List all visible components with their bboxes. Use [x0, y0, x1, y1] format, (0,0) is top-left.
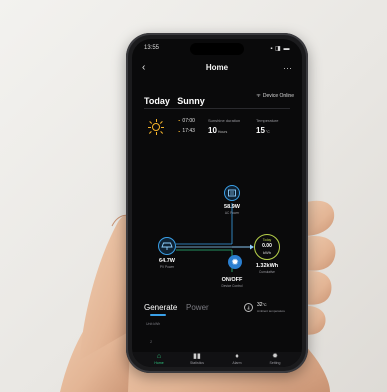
device-control-value: ON/OFF	[221, 277, 243, 283]
home-icon: ⌂	[156, 353, 162, 360]
ac-power-node[interactable]	[224, 185, 240, 201]
chart-tabs: Generate Power 🌡 32°C Ambient temperatur…	[144, 302, 294, 317]
divider	[144, 108, 290, 109]
bottom-nav-alarm-label: Alarm	[232, 361, 242, 365]
today-energy-unit: kWh	[263, 250, 271, 255]
cumulative-value: 1.32kWh	[255, 263, 279, 269]
thermometer-icon: 🌡	[244, 303, 253, 312]
bottom-nav-home[interactable]: ⌂ Home	[144, 353, 174, 366]
status-icons: ▪ ◨ ▬	[270, 46, 290, 52]
sunset-row: ◒ 17:43	[178, 128, 195, 134]
bottom-nav-home-label: Home	[154, 361, 164, 365]
bottom-nav: ⌂ Home ▮▮ Statistics ♦ Alarm ✹ Setting	[132, 352, 302, 367]
today-energy-value: 0.00	[262, 243, 272, 249]
tab-generate[interactable]: Generate	[144, 303, 177, 312]
gear-icon: ✹	[272, 353, 278, 360]
device-status-label: Device Online	[262, 93, 294, 99]
status-bar: 13:55 ▪ ◨ ▬	[132, 43, 302, 55]
sunrise-icon: ◓	[178, 118, 181, 123]
gear-icon: ✹	[231, 257, 239, 267]
more-icon[interactable]: ···	[283, 61, 292, 75]
ambient-temperature: 🌡 32°C Ambient temperature	[244, 302, 294, 316]
cumulative-label: Cumulative	[259, 270, 275, 274]
bar-chart-icon: ▮▮	[193, 353, 201, 360]
ambient-temperature-value: 32°C	[257, 302, 267, 308]
bottom-nav-statistics[interactable]: ▮▮ Statistics	[182, 353, 212, 366]
pv-power-value: 64.7W	[159, 258, 175, 264]
sunshine-duration-value: 10Hours	[208, 126, 228, 135]
weather-condition: Sunny	[177, 96, 205, 106]
temperature-value: 15°C	[256, 126, 270, 135]
sun-icon	[148, 119, 164, 135]
tab-power[interactable]: Power	[186, 303, 209, 312]
nav-bar: ‹ Home ···	[132, 61, 302, 77]
bottom-nav-setting-label: Setting	[269, 361, 281, 365]
pv-power-node[interactable]	[158, 237, 176, 255]
page-title: Home	[205, 63, 229, 72]
today-label: Today	[144, 96, 170, 106]
temperature-label: Temperature	[256, 118, 279, 123]
bottom-nav-alarm[interactable]: ♦ Alarm	[222, 353, 252, 366]
chart-unit-label: Unit:kWh	[146, 322, 161, 326]
bell-icon: ♦	[235, 353, 239, 360]
ac-power-label: AC Power	[224, 211, 240, 215]
ac-power-value: 58.9W	[224, 204, 240, 210]
chart-axis-tick: 2	[150, 339, 153, 344]
bottom-nav-setting[interactable]: ✹ Setting	[260, 353, 290, 366]
tab-active-indicator	[150, 314, 166, 316]
sunshine-duration-label: Sunshine duration	[208, 118, 241, 123]
sunrise-row: ◓ 07:00	[178, 118, 195, 124]
weather-card: ◓ 07:00 ◒ 17:43 Sunshine duration 10Hours …	[144, 113, 290, 143]
status-time: 13:55	[144, 45, 160, 51]
today-row: Today Sunny ᯤ Device Online	[144, 91, 294, 106]
device-control-label: Device Control	[221, 284, 243, 288]
sunset-icon: ◒	[178, 128, 181, 133]
energy-flow-diagram: 58.9W AC Power 64.7W PV Power Today 0.00…	[132, 147, 302, 277]
grid-icon	[228, 189, 236, 197]
ambient-temperature-label: Ambient temperature	[257, 309, 286, 313]
pv-power-label: PV Power	[159, 265, 175, 269]
wifi-icon: ᯤ	[256, 93, 261, 99]
app-screen: 13:55 ▪ ◨ ▬ ‹ Home ··· Today Sunny ᯤ Devi…	[132, 39, 302, 367]
today-energy-label: Today	[262, 238, 272, 242]
solar-panel-icon	[161, 242, 173, 250]
sunrise-time: 07:00	[182, 118, 195, 124]
device-status: ᯤ Device Online	[256, 93, 294, 99]
photo-scene: 13:55 ▪ ◨ ▬ ‹ Home ··· Today Sunny ᯤ Devi…	[0, 0, 387, 392]
bottom-nav-statistics-label: Statistics	[189, 361, 204, 365]
sunset-time: 17:43	[182, 128, 195, 134]
device-control-gear[interactable]: ✹	[228, 255, 242, 269]
